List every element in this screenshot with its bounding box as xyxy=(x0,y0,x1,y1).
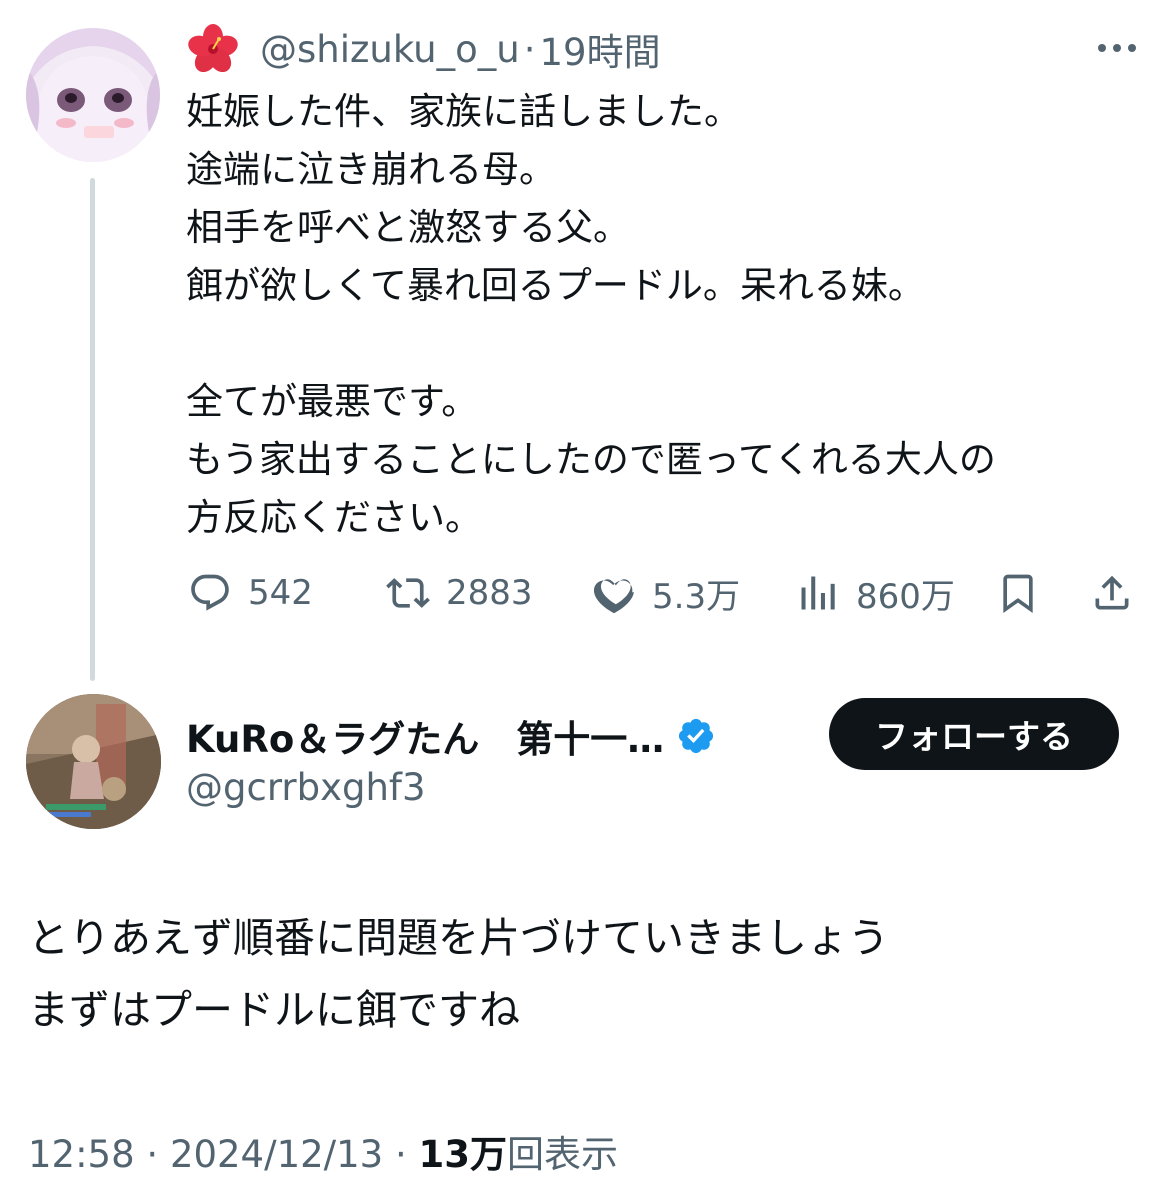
avatar-shizuku[interactable] xyxy=(26,28,160,162)
author-handle[interactable]: @gcrrbxghf3 xyxy=(186,766,426,809)
repost-button[interactable]: 2883 xyxy=(386,568,533,618)
tweet-line: 途端に泣き崩れる母。 xyxy=(186,148,556,191)
reply-count: 542 xyxy=(248,573,313,613)
hibiscus-emoji xyxy=(188,24,238,73)
tweet-line: 餌が欲しくて暴れ回るプードル。呆れる妹。 xyxy=(186,264,925,307)
separator: · xyxy=(523,27,536,71)
author-display-name[interactable]: KuRo＆ラグたん 第十一… xyxy=(186,708,716,764)
views-icon xyxy=(801,576,835,610)
reply-button[interactable]: 542 xyxy=(188,568,313,618)
views-label: 回表示 xyxy=(507,1133,618,1176)
tweet-line: とりあえず順番に問題を片づけていきましょう xyxy=(28,914,889,962)
avatar-kuro[interactable] xyxy=(26,694,161,829)
avatar-image xyxy=(26,694,161,829)
tweet-line: 全てが最悪です。 xyxy=(186,380,479,423)
repost-icon xyxy=(386,578,430,608)
reply-text: とりあえず順番に問題を片づけていきましょう まずはプードルに餌ですね xyxy=(28,902,1148,1046)
bookmark-button[interactable] xyxy=(996,568,1040,618)
post-date[interactable]: 2024/12/13 xyxy=(170,1133,383,1176)
author-handle[interactable]: @shizuku_o_u xyxy=(260,28,520,71)
separator: · xyxy=(134,1133,170,1176)
tweet-header: @shizuku_o_u · 19時間 xyxy=(186,24,661,74)
avatar-image xyxy=(26,28,160,162)
view-count: 860万 xyxy=(856,576,955,617)
separator: · xyxy=(383,1133,419,1176)
bookmark-icon xyxy=(1003,574,1033,614)
post-time[interactable]: 12:58 xyxy=(28,1133,135,1176)
verified-badge-icon xyxy=(679,718,714,754)
like-icon xyxy=(593,579,634,614)
tweet-text: 妊娠した件、家族に話しました。 途端に泣き崩れる母。 相手を呼べと激怒する父。 … xyxy=(186,83,1146,547)
views-count: 13万 xyxy=(418,1133,508,1176)
timestamp[interactable]: 19時間 xyxy=(539,22,660,76)
tweet-line: まずはプードルに餌ですね xyxy=(28,986,520,1034)
like-count: 5.3万 xyxy=(652,576,741,617)
tweet-footer: 12:58 · 2024/12/13 · 13万回表示 xyxy=(28,1124,618,1178)
display-name-text: KuRo＆ラグたん 第十一… xyxy=(186,718,665,761)
share-icon xyxy=(1095,575,1129,610)
thread-connector-line xyxy=(90,178,95,681)
reply-icon xyxy=(191,574,229,611)
like-button[interactable]: 5.3万 xyxy=(592,568,740,618)
tweet-line: 方反応ください。 xyxy=(186,496,482,539)
follow-button[interactable]: フォローする xyxy=(829,698,1119,770)
share-button[interactable] xyxy=(1090,568,1134,618)
more-icon[interactable] xyxy=(1094,36,1140,60)
tweet-line: 相手を呼べと激怒する父。 xyxy=(186,206,630,249)
repost-count: 2883 xyxy=(446,573,533,613)
views-button[interactable]: 860万 xyxy=(796,568,955,618)
tweet-line: 妊娠した件、家族に話しました。 xyxy=(186,90,741,133)
tweet-line: もう家出することにしたので匿ってくれる大人の xyxy=(186,438,996,481)
